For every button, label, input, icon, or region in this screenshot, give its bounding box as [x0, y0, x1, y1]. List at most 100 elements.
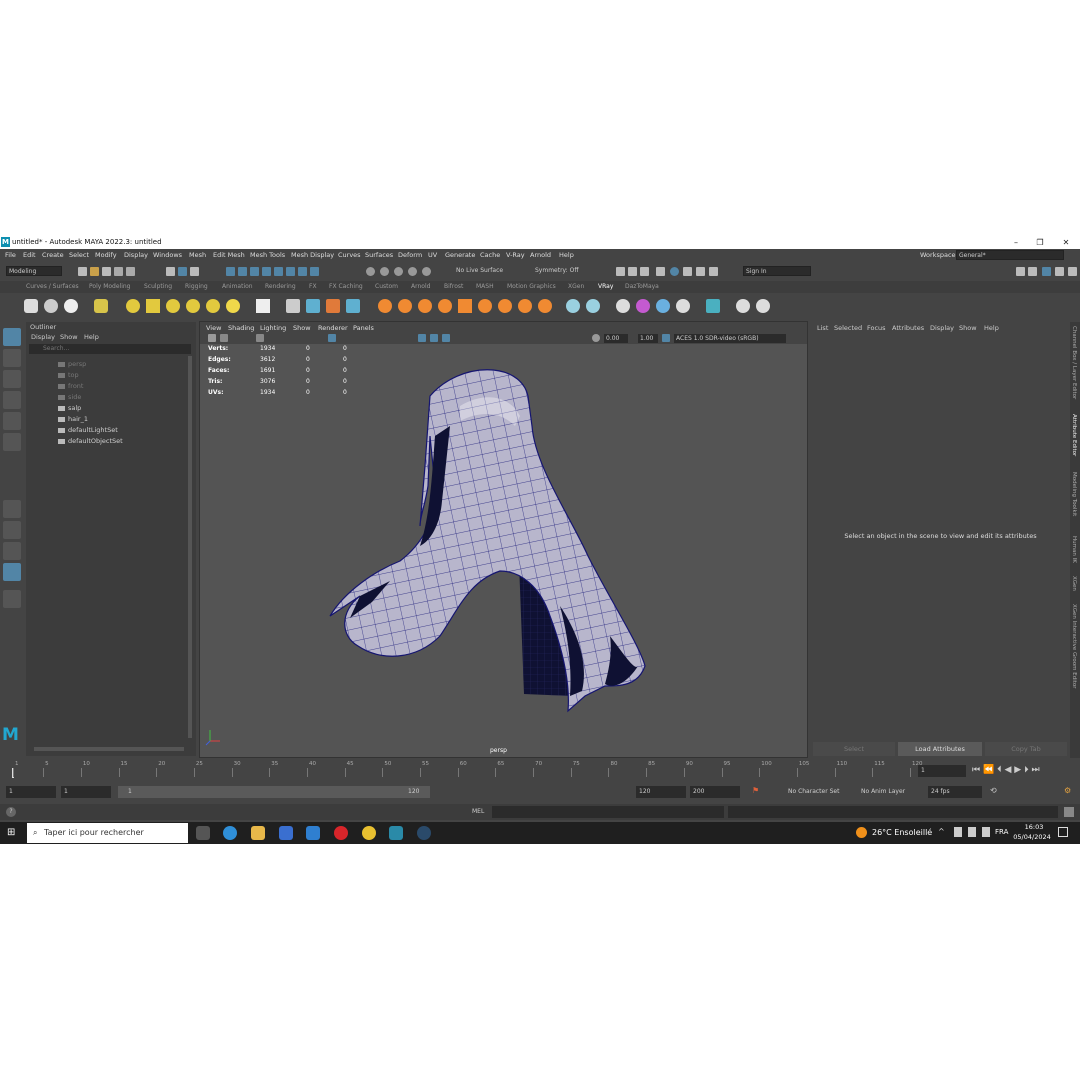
viewport-panel[interactable]: View Shading Lighting Show Renderer Pane… [199, 321, 808, 758]
copy-tab-button[interactable]: Copy Tab [985, 742, 1067, 756]
single-perspective-view-icon[interactable] [3, 500, 21, 518]
outliner-scrollbar[interactable] [188, 356, 192, 738]
outliner-search-input[interactable]: Search... [29, 344, 191, 354]
attr-menu-focus[interactable]: Focus [867, 324, 886, 332]
anim-layer-select[interactable]: No Anim Layer [861, 788, 905, 795]
menu-edit-mesh[interactable]: Edit Mesh [213, 251, 245, 259]
opera-icon[interactable] [334, 826, 348, 840]
menu-modify[interactable]: Modify [95, 251, 117, 259]
auto-key-icon[interactable]: ⚑ [752, 786, 759, 795]
list-item[interactable]: defaultLightSet [58, 426, 118, 434]
notifications-icon[interactable] [1058, 827, 1068, 837]
shelf-tab-fx[interactable]: FX [309, 283, 317, 290]
viewport-menu-renderer[interactable]: Renderer [318, 324, 348, 332]
playback-end-field[interactable]: 120 [636, 786, 686, 798]
vray-frame-buffer-icon[interactable] [64, 299, 78, 313]
ipr-render-icon[interactable] [640, 267, 649, 276]
snap-surface-icon[interactable] [274, 267, 283, 276]
shelf-tab-fx-caching[interactable]: FX Caching [329, 283, 363, 290]
shelf-tab-bifrost[interactable]: Bifrost [444, 283, 463, 290]
vray-decal-icon[interactable] [538, 299, 552, 313]
viewport-menu-lighting[interactable]: Lighting [260, 324, 286, 332]
shelf-tab-poly-modeling[interactable]: Poly Modeling [89, 283, 131, 290]
play-backwards-icon[interactable]: ◀ [1004, 765, 1011, 775]
shelf-tab-mash[interactable]: MASH [476, 283, 494, 290]
tray-chevron-icon[interactable]: ^ [938, 827, 945, 836]
play-icon[interactable] [696, 267, 705, 276]
menu-mesh-display[interactable]: Mesh Display [291, 251, 334, 259]
snap-view-icon[interactable] [262, 267, 271, 276]
image-plane-icon[interactable] [256, 334, 264, 342]
list-item[interactable]: defaultObjectSet [58, 437, 123, 445]
viewport-menu-panels[interactable]: Panels [353, 324, 374, 332]
layout-icon[interactable] [1016, 267, 1025, 276]
snap-edge-icon[interactable] [298, 267, 307, 276]
snap-pivot-icon[interactable] [286, 267, 295, 276]
input-ops-icon[interactable] [380, 267, 389, 276]
play-forwards-icon[interactable]: ▶ [1014, 765, 1021, 775]
viewport-menu-shading[interactable]: Shading [228, 324, 254, 332]
weather-sun-icon[interactable] [856, 827, 867, 838]
shelf-tab-rigging[interactable]: Rigging [185, 283, 208, 290]
outliner-layout-icon[interactable] [3, 563, 21, 581]
vray-proxy-icon[interactable] [286, 299, 300, 313]
attr-menu-selected[interactable]: Selected [834, 324, 862, 332]
list-item[interactable]: hair_1 [58, 415, 88, 423]
workspace-select[interactable]: General* [956, 250, 1064, 260]
render-frame-icon[interactable] [616, 267, 625, 276]
four-view-icon[interactable] [3, 521, 21, 539]
side-tab-attribute-editor[interactable]: Attribute Editor [1071, 414, 1077, 456]
outliner-h-scrollbar[interactable] [34, 747, 184, 751]
edge-icon[interactable] [223, 826, 237, 840]
windows-start-icon[interactable]: ⊞ [7, 827, 18, 838]
shelf-tab-curves-surfaces[interactable]: Curves / Surfaces [26, 283, 79, 290]
live-surface-select[interactable]: No Live Surface [454, 266, 520, 276]
undo-icon[interactable] [114, 267, 123, 276]
vray-light-rect-icon[interactable] [146, 299, 160, 313]
color-space-select[interactable]: ACES 1.0 SDR-video (sRGB) [674, 334, 786, 343]
shelf-tab-motion-graphics[interactable]: Motion Graphics [507, 283, 556, 290]
vray-palette-icon[interactable] [676, 299, 690, 313]
menu-surfaces[interactable]: Surfaces [365, 251, 393, 259]
anim-prefs-icon[interactable]: ⚙ [1064, 786, 1071, 795]
store-icon[interactable] [279, 826, 293, 840]
wireframe-on-shaded-icon[interactable] [418, 334, 426, 342]
snap-point-icon[interactable] [250, 267, 259, 276]
task-view-icon[interactable] [196, 826, 210, 840]
vray-particles-icon[interactable] [398, 299, 412, 313]
go-to-start-icon[interactable]: ⏮ [972, 765, 980, 775]
maya-taskbar-icon[interactable] [389, 826, 403, 840]
move-tool-icon[interactable] [3, 391, 21, 409]
persp-outliner-icon[interactable] [3, 542, 21, 560]
vray-scene-icon[interactable] [306, 299, 320, 313]
menu-curves[interactable]: Curves [338, 251, 361, 259]
shelf-tab-sculpting[interactable]: Sculpting [144, 283, 172, 290]
menu-select[interactable]: Select [69, 251, 89, 259]
symmetry-select[interactable]: Symmetry: Off [533, 266, 593, 276]
camera-attributes-icon[interactable] [208, 334, 216, 342]
bookmarks-icon[interactable] [220, 334, 228, 342]
vray-material-icon[interactable] [94, 299, 108, 313]
sign-in-button[interactable]: Sign In [743, 266, 811, 276]
smooth-shade-icon[interactable] [430, 334, 438, 342]
rotate-tool-icon[interactable] [3, 412, 21, 430]
restore-button[interactable]: ❐ [1028, 236, 1052, 249]
history-icon[interactable] [366, 267, 375, 276]
vray-light-dome-icon[interactable] [126, 299, 140, 313]
layout-toggle-icon[interactable] [1028, 267, 1037, 276]
start-time-field[interactable]: 1 [6, 786, 56, 798]
select-component-icon[interactable] [190, 267, 199, 276]
command-language-label[interactable]: MEL [472, 808, 484, 815]
list-item[interactable]: side [58, 393, 81, 401]
exposure-icon[interactable] [592, 334, 600, 342]
go-to-end-icon[interactable]: ⏭ [1031, 765, 1039, 775]
snap-curve-icon[interactable] [238, 267, 247, 276]
select-hierarchy-icon[interactable] [166, 267, 175, 276]
viewport-menu-view[interactable]: View [206, 324, 221, 332]
menu-windows[interactable]: Windows [153, 251, 182, 259]
open-scene-icon[interactable] [90, 267, 99, 276]
menu-deform[interactable]: Deform [398, 251, 422, 259]
vray-cloud-icon[interactable] [706, 299, 720, 313]
hypershade-icon[interactable] [670, 267, 679, 276]
snap-face-icon[interactable] [310, 267, 319, 276]
